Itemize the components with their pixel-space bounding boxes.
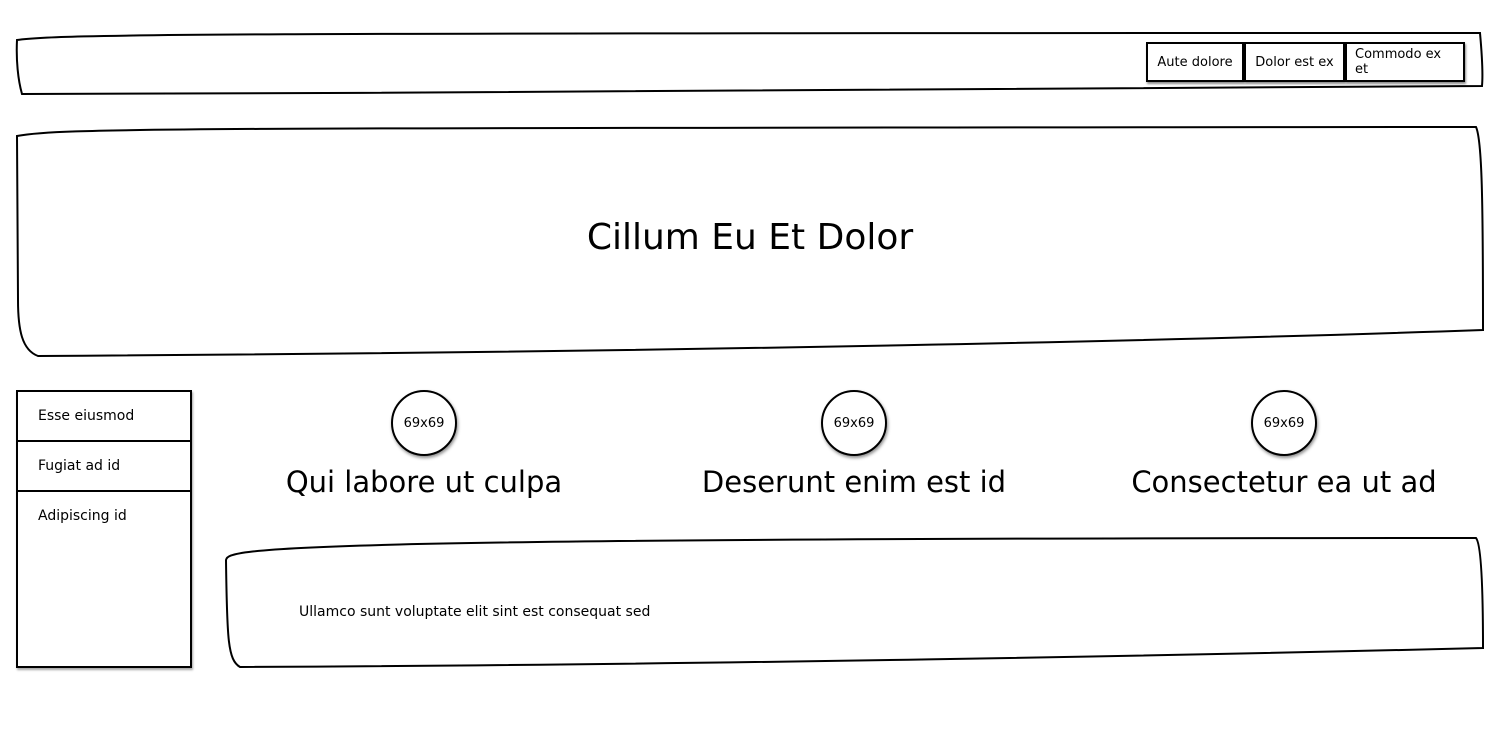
content-box-outline xyxy=(224,536,1485,669)
feature-title: Qui labore ut culpa xyxy=(285,465,563,499)
sketch-frames xyxy=(15,31,1485,669)
feature-image-placeholder: 69x69 xyxy=(1251,390,1317,456)
content-text: Ullamco sunt voluptate elit sint est con… xyxy=(299,604,651,620)
hero-title: Cillum Eu Et Dolor xyxy=(586,217,914,258)
feature-card-2: 69x69 Deserunt enim est id xyxy=(644,390,1064,502)
nav-button-aute-dolore[interactable]: Aute dolore xyxy=(1146,42,1244,82)
nav-button-dolor-est-ex[interactable]: Dolor est ex xyxy=(1244,42,1345,82)
feature-image-placeholder: 69x69 xyxy=(821,390,887,456)
top-nav: Aute dolore Dolor est ex Commodo ex et xyxy=(1146,42,1465,86)
nav-button-commodo-ex-et[interactable]: Commodo ex et xyxy=(1345,42,1465,82)
sidebar-item-adipiscing-id[interactable]: Adipiscing id xyxy=(18,492,190,524)
feature-title: Deserunt enim est id xyxy=(701,465,1007,499)
sidebar-item-fugiat-ad-id[interactable]: Fugiat ad id xyxy=(18,442,190,492)
sidebar-item-esse-eiusmod[interactable]: Esse eiusmod xyxy=(18,392,190,442)
feature-title: Consectetur ea ut ad xyxy=(1131,465,1437,499)
feature-card-3: 69x69 Consectetur ea ut ad xyxy=(1074,390,1494,502)
feature-card-1: 69x69 Qui labore ut culpa xyxy=(214,390,634,502)
feature-image-placeholder: 69x69 xyxy=(391,390,457,456)
sidebar: Esse eiusmod Fugiat ad id Adipiscing id xyxy=(16,390,192,668)
